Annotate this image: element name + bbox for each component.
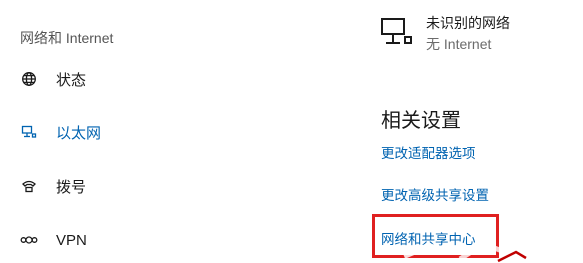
change-adapter-options-link[interactable]: 更改适配器选项 xyxy=(381,142,476,162)
nav-item-status-label: 状态 xyxy=(56,71,87,89)
watermark-overlay xyxy=(402,239,568,263)
globe-icon xyxy=(20,70,38,88)
change-advanced-sharing-link[interactable]: 更改高级共享设置 xyxy=(381,184,489,204)
section-title: 网络和 Internet xyxy=(20,30,114,46)
nav-item-dialup-label: 拨号 xyxy=(56,178,87,196)
vpn-icon xyxy=(20,231,38,249)
dialup-phone-icon xyxy=(20,177,38,195)
network-name: 未识别的网络 xyxy=(426,15,510,31)
nav-item-vpn-label: VPN xyxy=(56,231,87,249)
nav-item-dialup[interactable]: 拨号 xyxy=(20,175,86,197)
nav-item-ethernet[interactable]: 以太网 xyxy=(20,121,101,143)
network-status: 未识别的网络 无 Internet xyxy=(380,14,510,53)
nav-item-vpn[interactable]: VPN xyxy=(20,229,87,251)
nav-item-status[interactable]: 状态 xyxy=(20,68,86,90)
ethernet-monitor-icon xyxy=(20,123,38,141)
nav-item-ethernet-label: 以太网 xyxy=(56,124,102,142)
network-status-text: 无 Internet xyxy=(426,36,492,52)
ethernet-monitor-icon xyxy=(380,16,414,50)
related-settings-heading: 相关设置 xyxy=(381,110,461,132)
